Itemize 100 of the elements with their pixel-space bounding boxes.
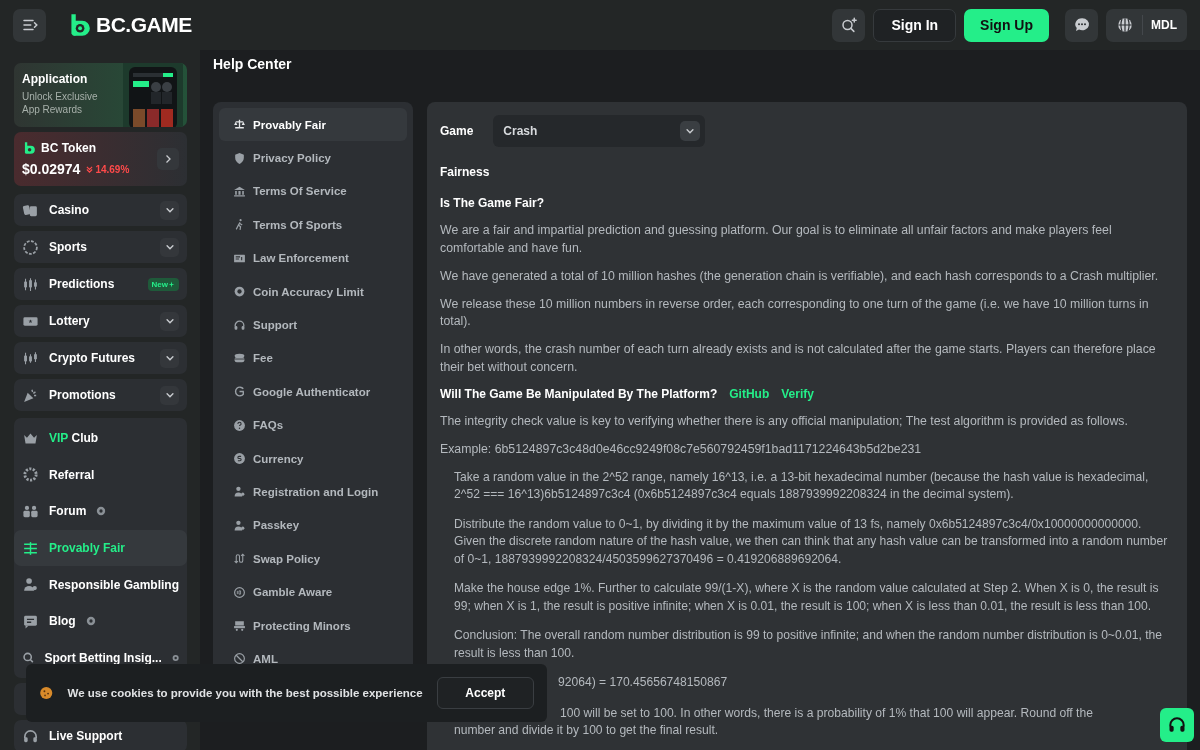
candles-icon [22, 275, 39, 293]
search-icon [839, 16, 858, 34]
help-menu-item[interactable]: Coin Accuracy Limit [219, 274, 407, 309]
help-menu-item[interactable]: Protecting Minors [219, 608, 407, 643]
token-icon [22, 141, 36, 155]
help-menu-item[interactable]: Provably Fair [219, 108, 407, 142]
paragraph: Conclusion: The overall random number distribution is 99 to positive infinite; and when the random number distribution is 0~0.01, the result is less than 100. [453, 627, 1163, 662]
cookie-icon [39, 685, 54, 701]
help-menu-item[interactable]: Registration and Login [219, 475, 407, 509]
chat-button[interactable] [1065, 8, 1098, 42]
game-select[interactable]: Crash [493, 115, 706, 147]
help-menu-item[interactable]: Gamble Aware [219, 575, 407, 609]
new-badge: New [147, 277, 179, 291]
help-menu-item[interactable]: Support [219, 308, 407, 342]
app-promo-card[interactable]: Application Unlock Exclusive App Rewards [14, 63, 187, 127]
sidebar-item[interactable]: Sports [14, 231, 187, 263]
search-button[interactable] [832, 8, 866, 42]
prohibited-icon [233, 652, 246, 666]
coins-icon [233, 351, 246, 365]
sidebar-item[interactable]: Blog [14, 602, 187, 640]
help-menu-item[interactable]: Terms Of Sports [219, 208, 407, 242]
dollar-icon [233, 452, 246, 466]
logo-text: BC.GAME [96, 13, 192, 37]
token-card[interactable]: BC Token $0.02974 14.69% [14, 132, 187, 186]
help-menu-item[interactable]: Terms Of Service [219, 174, 407, 209]
help-menu-item[interactable]: FAQs [219, 408, 407, 442]
promo-subtitle: Unlock Exclusive App Rewards [22, 90, 99, 116]
sidebar-item[interactable]: Predictions New [14, 268, 187, 300]
sidebar-item[interactable]: Crypto Futures [14, 342, 187, 374]
down-arrow-icon [85, 165, 95, 174]
link[interactable]: Verify [781, 386, 814, 401]
sign-up-button[interactable]: Sign Up [964, 8, 1049, 42]
help-menu-item[interactable]: Google Authenticator [219, 375, 407, 409]
paragraph: Make the house edge 1%. Further to calculate 99/(1-X), where X is the random value calculated at Step 2. When X is 0, the result is 99; when X is 1, the result is positive infinite; when X is 0.01, the result is 100; when X is less than 0.01, the result is less than 100. [453, 580, 1160, 615]
sidebar-item[interactable]: Provably Fair [14, 529, 187, 567]
runner-icon [233, 218, 246, 232]
help-menu-item[interactable]: Privacy Policy [219, 141, 407, 175]
person-icon [233, 518, 246, 532]
headphones-icon [22, 727, 39, 745]
person-icon [233, 485, 246, 499]
sidebar-item[interactable]: VIP Club [14, 420, 187, 457]
price-change: 14.69% [85, 164, 130, 175]
chart-icon [22, 349, 39, 367]
sidebar-item[interactable]: Forum [14, 493, 187, 530]
sidebar-item[interactable]: Casino [14, 194, 187, 226]
person-icon [22, 576, 39, 594]
expand-button[interactable] [160, 237, 179, 257]
sparkle-icon [168, 280, 175, 288]
paragraph: Take a random value in the 2^52 range, namely 16^13, i.e. a 13-bit hexadecimal number (because the hash value is hexadecimal, 2^52 === 16^13)6b5124897c3c4 (0x6b5124897c3c4 equals 1887939992208324 in the decimal system). [453, 468, 1150, 503]
help-menu-item[interactable]: AML [219, 642, 407, 676]
sidebar-item[interactable]: Sport Betting Insig... [14, 639, 187, 677]
expand-button[interactable] [160, 311, 179, 331]
paragraph: Distribute the random value to 0~1, by dividing it by the maximum value of 13 fs, namely 0x6b5124897c3c4/0x10000000000000. Given the discrete random nature of the hash value, we then can think that any hash value can be transformed into a random number of 0~1, 1887939992208324/4503599627370496 = 0.419206889692064. [453, 515, 1169, 568]
menu-button[interactable] [13, 8, 46, 42]
question-icon [233, 418, 246, 432]
letter-icon [233, 385, 246, 399]
arrow-button[interactable] [157, 148, 179, 170]
sidebar-item[interactable]: Responsible Gambling [14, 566, 187, 603]
people-icon [22, 503, 39, 520]
globe-icon [1116, 16, 1134, 34]
sign-in-button[interactable]: Sign In [873, 8, 957, 42]
sidebar-item[interactable]: Lottery [14, 305, 187, 337]
paragraph: Example: 6b5124897c3c48d0e46cc9249f08c7e560792459f1bad1171224643b5d2be231 [440, 440, 923, 458]
live-support-button[interactable] [1160, 708, 1194, 742]
expand-button[interactable] [160, 385, 179, 405]
page-title: Help Center [213, 56, 293, 74]
currency-button[interactable]: MDL [1106, 8, 1187, 42]
token-name: BC Token [41, 141, 97, 155]
shield-icon [233, 151, 246, 165]
help-menu-item[interactable]: Passkey [219, 508, 407, 543]
bank-icon [233, 184, 246, 198]
swap-icon [233, 552, 246, 566]
section-title: Fairness [440, 165, 491, 179]
paragraph: We are a fair and impartial prediction and guessing platform. Our goal is to eliminate all unfair factors and make players feel comfortable and have fun. [440, 222, 1113, 257]
paragraph: We release these 10 million numbers in reverse order, each corresponding to one turn of the game (i.e. we have 10 million turns in total). [440, 295, 1150, 330]
paragraph: The integrity check value is key to verifying whether there is any official manipulation; The test algorithm is provided as follows. [440, 412, 1129, 430]
paragraph: 92064) = 170.45656748150867 [557, 674, 729, 691]
link[interactable]: GitHub [729, 386, 770, 401]
game-label: Game [440, 124, 474, 138]
section-heading: Will The Game Be Manipulated By The Platform? [440, 386, 718, 401]
help-menu-item[interactable]: Fee [219, 341, 407, 376]
chat-icon [1072, 16, 1091, 34]
promo-title: Application [22, 72, 89, 86]
expand-button[interactable] [160, 200, 179, 220]
sidebar-item[interactable]: Referral [14, 456, 187, 494]
sidebar-item[interactable]: Live Support [14, 720, 187, 750]
sidebar-item[interactable]: Promotions [14, 379, 187, 411]
cookie-message: We use cookies to provide you with the best possible experience [67, 687, 423, 699]
accept-button[interactable]: Accept [436, 677, 534, 709]
token-price: $0.02974 [22, 161, 81, 177]
dropdown-button[interactable] [680, 121, 701, 141]
headphones-icon [1167, 715, 1187, 735]
help-menu-item[interactable]: Swap Policy [219, 542, 407, 576]
headphones-icon [233, 318, 246, 332]
help-menu-item[interactable]: Currency [219, 441, 407, 476]
coin-icon [233, 285, 246, 299]
help-menu-item[interactable]: Law Enforcement [219, 241, 407, 275]
paragraph: We have generated a total of 10 million hashes (the generation chain is verifiable), and each hash corresponds to a Crash multiplier. [440, 267, 1160, 285]
expand-button[interactable] [160, 348, 179, 368]
paragraph: In other words, the crash number of each turn already exists and is not calculated after the game starts. Players can therefore place their bet without concern. [440, 341, 1157, 376]
